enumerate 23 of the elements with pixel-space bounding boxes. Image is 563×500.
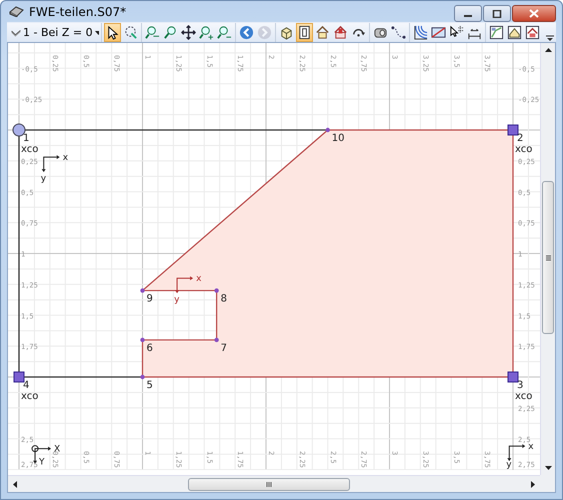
axis-label: x (528, 442, 534, 452)
node-label: 2 (517, 133, 524, 144)
node-label: 9 (146, 294, 153, 305)
window-title: FWE-teilen.S07* (29, 4, 126, 18)
node-label: 1 (23, 133, 30, 144)
view-dropdown[interactable]: 1 - Bei Z = 0 (9, 24, 101, 42)
node-label: 6 (146, 342, 153, 354)
axis-label: x (196, 274, 202, 284)
node-label: 10 (332, 133, 344, 144)
node-tag: xco (515, 391, 532, 402)
axis-label: y (174, 295, 180, 306)
node-tag: xco (21, 144, 38, 155)
node-tag: xco (21, 391, 38, 402)
node-label: 7 (220, 342, 227, 354)
node-label: 5 (146, 380, 153, 391)
axis-label: y (506, 460, 512, 470)
axis-label: Y (39, 458, 45, 468)
node-label: 8 (220, 294, 227, 305)
node-label: 3 (517, 380, 524, 391)
node-tag: xco (515, 144, 532, 155)
axis-label: y (40, 174, 46, 184)
axis-label: x (62, 153, 68, 164)
node-label: 4 (23, 380, 30, 391)
